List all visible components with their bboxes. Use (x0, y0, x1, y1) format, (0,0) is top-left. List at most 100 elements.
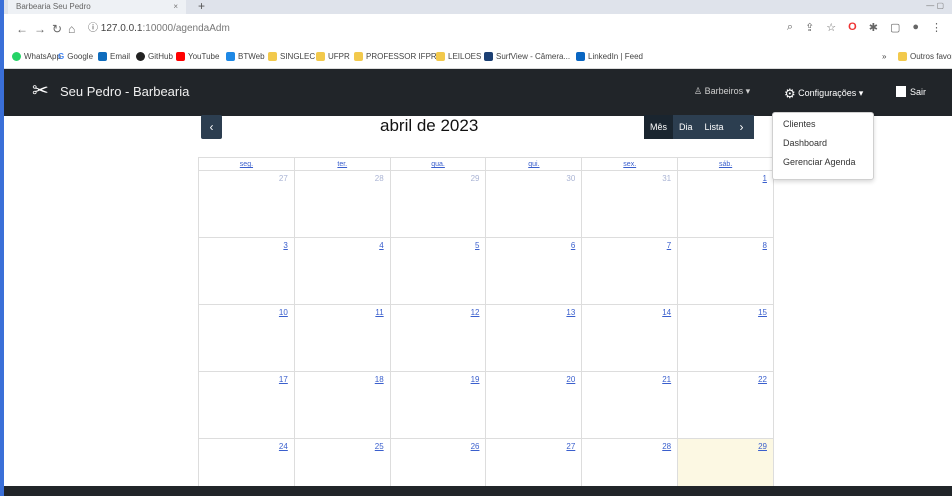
calendar-day[interactable]: 29 (389, 170, 486, 237)
calendar-day[interactable]: 17 (198, 371, 294, 438)
weekday-thu[interactable]: qui. (485, 157, 582, 170)
nav-barbeiros[interactable]: ♙ Barbeiros ▾ (694, 86, 750, 97)
day-number[interactable]: 12 (471, 308, 480, 317)
day-number[interactable]: 21 (662, 375, 671, 384)
calendar-day[interactable]: 8 (677, 237, 774, 304)
day-number[interactable]: 11 (375, 308, 383, 317)
bookmarks-more-icon[interactable]: » (882, 52, 886, 61)
calendar-day[interactable]: 28 (293, 170, 390, 237)
calendar-day[interactable]: 4 (293, 237, 390, 304)
reload-icon[interactable]: ↻ (52, 22, 62, 36)
zoom-icon[interactable]: ⌕ (787, 21, 793, 34)
calendar-day[interactable]: 7 (581, 237, 678, 304)
day-number[interactable]: 14 (662, 308, 671, 317)
calendar-day[interactable]: 31 (581, 170, 678, 237)
bookmark-email[interactable]: Email (98, 52, 130, 61)
bookmark-google[interactable]: G Google (58, 52, 93, 61)
weekday-mon[interactable]: seg. (198, 157, 294, 170)
day-number[interactable]: 22 (758, 375, 767, 384)
day-number[interactable]: 30 (566, 174, 575, 183)
bookmark-btweb[interactable]: BTWeb (226, 52, 265, 61)
weekday-sat[interactable]: sáb. (677, 157, 774, 170)
back-icon[interactable]: ← (16, 22, 28, 36)
day-number[interactable]: 4 (379, 241, 383, 250)
day-number[interactable]: 24 (279, 442, 288, 451)
calendar-day[interactable]: 13 (485, 304, 582, 371)
bookmark-singlec[interactable]: SINGLEC (268, 52, 315, 61)
nav-configuracoes[interactable]: ⚙ Configurações ▾ (784, 86, 863, 102)
day-number[interactable]: 26 (471, 442, 480, 451)
day-number[interactable]: 27 (279, 174, 288, 183)
day-number[interactable]: 7 (667, 241, 671, 250)
calendar-day[interactable]: 15 (677, 304, 774, 371)
view-month-button[interactable]: Mês (644, 115, 674, 139)
calendar-day[interactable]: 12 (389, 304, 486, 371)
profile-icon[interactable]: ● (912, 21, 919, 34)
weekday-tue[interactable]: ter. (293, 157, 390, 170)
bookmark-youtube[interactable]: YouTube (176, 52, 219, 61)
calendar-day[interactable]: 1 (677, 170, 774, 237)
day-number[interactable]: 28 (375, 174, 384, 183)
calendar-day[interactable]: 11 (293, 304, 390, 371)
bookmark-linkedin[interactable]: LinkedIn | Feed (576, 52, 643, 61)
day-number[interactable]: 25 (375, 442, 384, 451)
day-number[interactable]: 31 (662, 174, 671, 183)
menu-item-clientes[interactable]: Clientes (783, 119, 816, 129)
sidebar-icon[interactable]: ▢ (890, 21, 900, 34)
calendar-day[interactable]: 19 (389, 371, 486, 438)
day-number[interactable]: 29 (471, 174, 480, 183)
day-number[interactable]: 15 (758, 308, 767, 317)
browser-tab[interactable]: Barbearia Seu Pedro × (8, 0, 186, 14)
tab-close-icon[interactable]: × (173, 0, 178, 14)
bookmark-professor-ifpr[interactable]: PROFESSOR IFPR (354, 52, 437, 61)
calendar-day[interactable]: 30 (485, 170, 582, 237)
calendar-day[interactable]: 3 (198, 237, 294, 304)
calendar-day[interactable]: 10 (198, 304, 294, 371)
day-number[interactable]: 8 (763, 241, 767, 250)
share-icon[interactable]: ⇪ (805, 21, 814, 34)
day-number[interactable]: 19 (471, 375, 480, 384)
extensions-icon[interactable]: ✱ (869, 21, 878, 34)
calendar-day[interactable]: 20 (485, 371, 582, 438)
nav-sair[interactable]: Sair (896, 86, 926, 97)
day-number[interactable]: 6 (571, 241, 575, 250)
calendar-day[interactable]: 21 (581, 371, 678, 438)
bookmark-surfview[interactable]: SurfView - Câmera... (484, 52, 570, 61)
bookmark-other-favorites[interactable]: Outros favoritos (898, 52, 952, 61)
calendar-day[interactable]: 14 (581, 304, 678, 371)
calendar-day[interactable]: 18 (293, 371, 390, 438)
bookmark-ufpr[interactable]: UFPR (316, 52, 350, 61)
bookmark-whatsapp[interactable]: WhatsApp (12, 52, 61, 61)
calendar-day[interactable]: 5 (389, 237, 486, 304)
opera-icon[interactable]: O (848, 21, 857, 34)
star-icon[interactable]: ☆ (826, 21, 836, 34)
day-number[interactable]: 13 (566, 308, 575, 317)
day-number[interactable]: 5 (475, 241, 479, 250)
calendar-day[interactable]: 27 (198, 170, 294, 237)
day-number[interactable]: 28 (662, 442, 671, 451)
bookmark-github[interactable]: GitHub (136, 52, 173, 61)
scissors-icon[interactable]: ✂ (32, 80, 49, 102)
brand-title[interactable]: Seu Pedro - Barbearia (60, 84, 189, 100)
window-controls[interactable]: — ▢ (926, 0, 944, 12)
bookmark-leiloes[interactable]: LEILOES (436, 52, 481, 61)
new-tab-icon[interactable]: + (198, 0, 205, 12)
day-number[interactable]: 1 (763, 174, 767, 183)
calendar-next-button[interactable]: › (729, 115, 754, 139)
view-day-button[interactable]: Dia (673, 115, 699, 139)
day-number[interactable]: 18 (375, 375, 384, 384)
day-number[interactable]: 20 (566, 375, 575, 384)
weekday-fri[interactable]: sex. (581, 157, 678, 170)
weekday-wed[interactable]: qua. (389, 157, 486, 170)
menu-item-gerenciar-agenda[interactable]: Gerenciar Agenda (783, 157, 856, 167)
home-icon[interactable]: ⌂ (68, 22, 75, 36)
day-number[interactable]: 10 (279, 308, 288, 317)
day-number[interactable]: 3 (283, 241, 287, 250)
day-number[interactable]: 29 (758, 442, 767, 451)
calendar-day[interactable]: 22 (677, 371, 774, 438)
url-field[interactable]: ⓘ 127.0.0.1:10000/agendaAdm (88, 23, 230, 35)
calendar-day[interactable]: 6 (485, 237, 582, 304)
menu-icon[interactable]: ⋮ (931, 21, 942, 34)
menu-item-dashboard[interactable]: Dashboard (783, 138, 827, 148)
forward-icon[interactable]: → (34, 22, 46, 36)
